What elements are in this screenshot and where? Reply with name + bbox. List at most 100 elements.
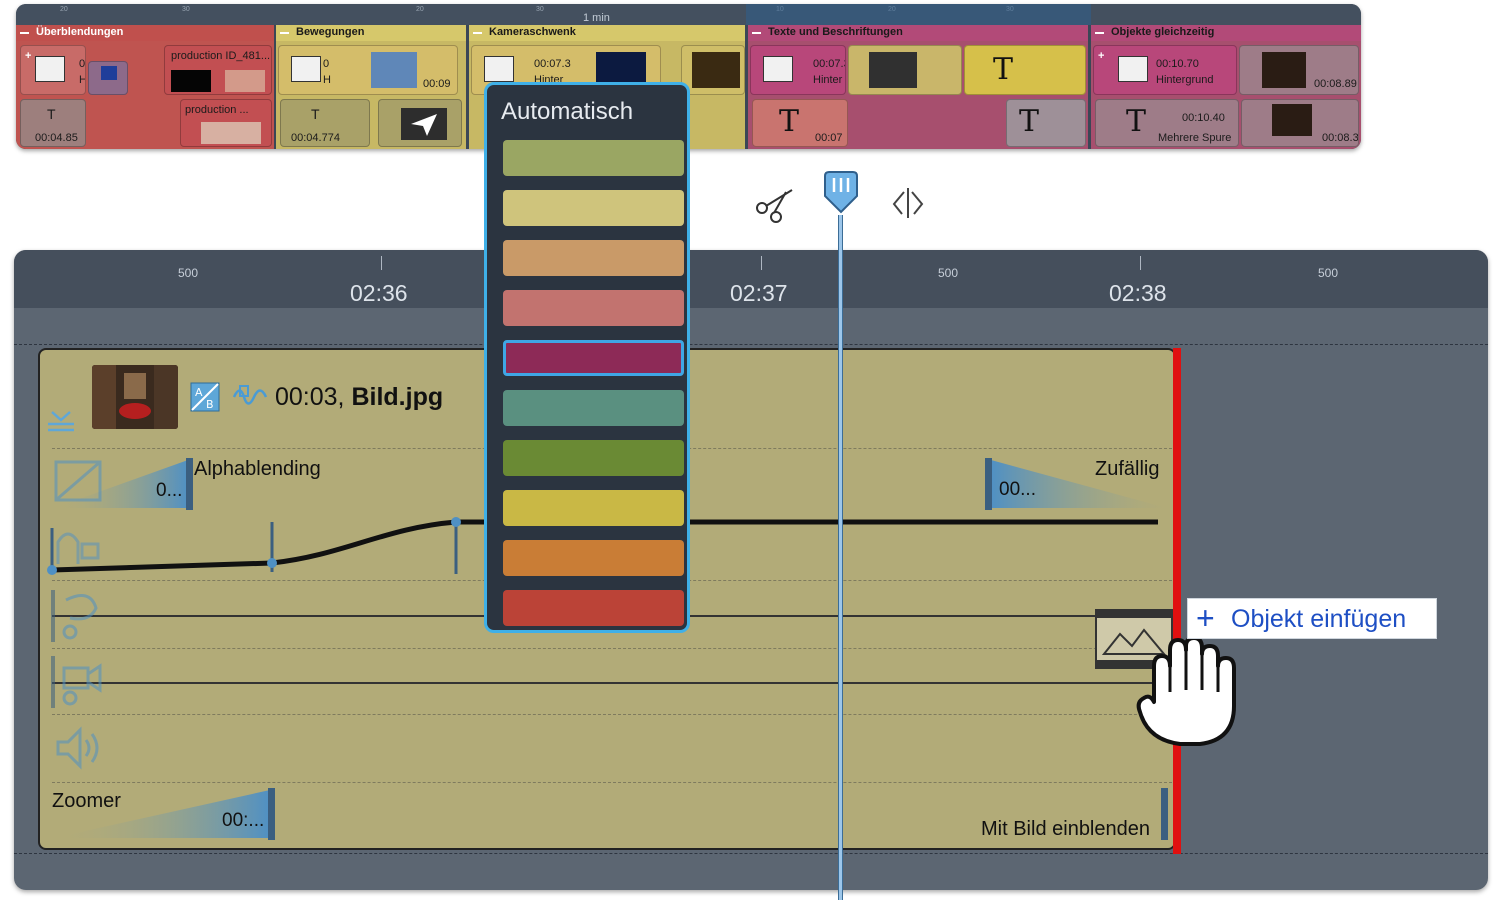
color-swatch[interactable] <box>503 240 684 276</box>
split-icon[interactable] <box>888 184 928 222</box>
clip-subtitle: Hinter <box>813 74 843 86</box>
track-separator <box>14 344 1488 345</box>
color-swatch[interactable] <box>503 490 684 526</box>
group-label: Bewegungen <box>296 26 365 38</box>
clip[interactable]: T 00:10.40 Mehrere Spure <box>1095 99 1239 147</box>
paper-plane-thumbnail <box>401 108 447 140</box>
clip[interactable]: T 00:07 <box>752 99 848 147</box>
color-swatch[interactable] <box>503 190 684 226</box>
thumbnail <box>201 122 261 144</box>
thumbnail <box>225 70 265 92</box>
clip-subtitle: H <box>79 74 85 86</box>
clip[interactable]: T <box>964 45 1086 95</box>
add-icon[interactable]: + <box>1098 50 1104 62</box>
clip-end-marker[interactable] <box>1173 348 1181 854</box>
photo-stack-icon <box>484 56 514 82</box>
group-objekte-gleichzeitig[interactable]: Objekte gleichzeitig + 00:10.70 Hintergr… <box>1091 25 1361 149</box>
collapse-clip-icon[interactable] <box>46 408 76 434</box>
color-swatch[interactable] <box>503 140 684 176</box>
ruler-tick <box>381 256 382 270</box>
clip-time: 00:07.3 <box>534 58 571 70</box>
playhead-marker-icon[interactable] <box>821 170 861 215</box>
clip[interactable] <box>848 45 962 95</box>
timeline-ruler[interactable]: 500 02:36 500 02:37 500 02:38 500 <box>14 250 1488 308</box>
overview-visible-range[interactable] <box>746 4 1091 25</box>
group-body: + 0 H production ID_481... T 00:04.85 pr… <box>16 41 274 149</box>
text-icon: T <box>1126 104 1147 139</box>
color-swatch[interactable] <box>503 290 684 326</box>
collapse-icon[interactable] <box>280 32 289 34</box>
overview-minute-label: 1 min <box>583 12 610 24</box>
group-label: Kameraschwenk <box>489 26 576 38</box>
group-header[interactable]: Texte und Beschriftungen <box>748 25 1088 41</box>
clip[interactable]: 00:07.3 Hinter <box>750 45 846 95</box>
ruler-time-label: 02:36 <box>350 280 408 306</box>
ruler-subtick-label: 500 <box>1318 266 1339 280</box>
text-icon: T <box>311 106 320 122</box>
color-swatch[interactable] <box>503 540 684 576</box>
clip[interactable]: 0 H 00:09 <box>278 45 458 95</box>
effect-out-handle[interactable] <box>1161 788 1168 840</box>
clip-title: production ... <box>185 104 249 116</box>
clip[interactable] <box>681 45 745 95</box>
group-texte[interactable]: Texte und Beschriftungen 00:07.3 Hinter … <box>748 25 1088 149</box>
thumbnail <box>1272 104 1312 136</box>
color-menu-title[interactable]: Automatisch <box>501 98 633 126</box>
transition-out-label: Zufällig <box>1095 458 1160 480</box>
color-swatch[interactable] <box>503 340 684 376</box>
collapse-icon[interactable] <box>1095 32 1104 34</box>
group-header[interactable]: Bewegungen <box>276 25 466 41</box>
track-separator <box>14 853 1488 854</box>
playhead-line[interactable] <box>838 215 843 900</box>
clip[interactable]: production ID_481... <box>164 45 272 95</box>
photo-stack-icon <box>763 56 793 82</box>
color-picker-dropdown[interactable]: Automatisch <box>484 82 690 633</box>
color-swatch[interactable] <box>503 440 684 476</box>
insert-object-label: Objekt einfügen <box>1231 605 1407 633</box>
clip-time: 00:04.85 <box>35 132 78 144</box>
clip-duration: 00:03, <box>275 383 345 411</box>
group-header[interactable]: Überblendungen <box>16 25 274 41</box>
color-swatch[interactable] <box>503 390 684 426</box>
clip-thumbnail[interactable] <box>92 365 178 429</box>
clip-time: 00:08.89 <box>1314 78 1357 90</box>
camera-track-line <box>52 682 1172 684</box>
clip-time: 00:04.774 <box>291 132 340 144</box>
clip[interactable]: production ... <box>180 99 272 147</box>
clip[interactable]: + 0 H <box>20 45 86 95</box>
speaker-icon[interactable] <box>54 726 104 770</box>
transition-in-duration: 0... <box>156 480 183 501</box>
ruler-tick-label: 20 <box>416 6 424 13</box>
group-ueberblendungen[interactable]: Überblendungen + 0 H production ID_481..… <box>16 25 274 149</box>
audio-waveform-icon[interactable] <box>232 382 268 412</box>
color-swatch[interactable] <box>503 590 684 626</box>
clip[interactable]: T 00:04.774 <box>280 99 370 147</box>
clip[interactable] <box>88 61 128 95</box>
collapse-icon[interactable] <box>473 32 482 34</box>
collapse-icon[interactable] <box>20 32 29 34</box>
zoom-effect-duration: 00:... <box>222 810 265 831</box>
transparency-icon[interactable]: AB <box>190 382 220 412</box>
clip-time: 00:07.3 <box>813 58 845 70</box>
clip[interactable]: + 00:10.70 Hintergrund <box>1093 45 1237 95</box>
group-header[interactable]: Objekte gleichzeitig <box>1091 25 1361 41</box>
group-bewegungen[interactable]: Bewegungen 0 H 00:09 T 00:04.774 <box>276 25 466 149</box>
clip-title: production ID_481... <box>171 50 271 62</box>
overview-ruler[interactable]: 20 30 20 30 10 20 30 1 min <box>16 4 1361 25</box>
collapse-icon[interactable] <box>752 32 761 34</box>
thumbnail <box>1262 52 1306 88</box>
clip[interactable] <box>378 99 462 147</box>
clip[interactable]: 00:08.3 <box>1241 99 1359 147</box>
clip[interactable]: 00:08.89 <box>1239 45 1359 95</box>
camera-pan-icon <box>50 654 106 710</box>
thumbnail <box>371 52 417 88</box>
transition-out-duration: 00... <box>999 479 1036 500</box>
thumbnail <box>692 52 740 88</box>
clip[interactable]: T 00:04.85 <box>20 99 86 147</box>
add-icon[interactable]: + <box>25 50 31 62</box>
text-icon: T <box>993 52 1014 87</box>
insert-object-button[interactable]: + Objekt einfügen <box>1187 598 1437 639</box>
clip[interactable]: T <box>1006 99 1086 147</box>
scissors-icon[interactable] <box>752 184 796 224</box>
group-header[interactable]: Kameraschwenk <box>469 25 745 41</box>
